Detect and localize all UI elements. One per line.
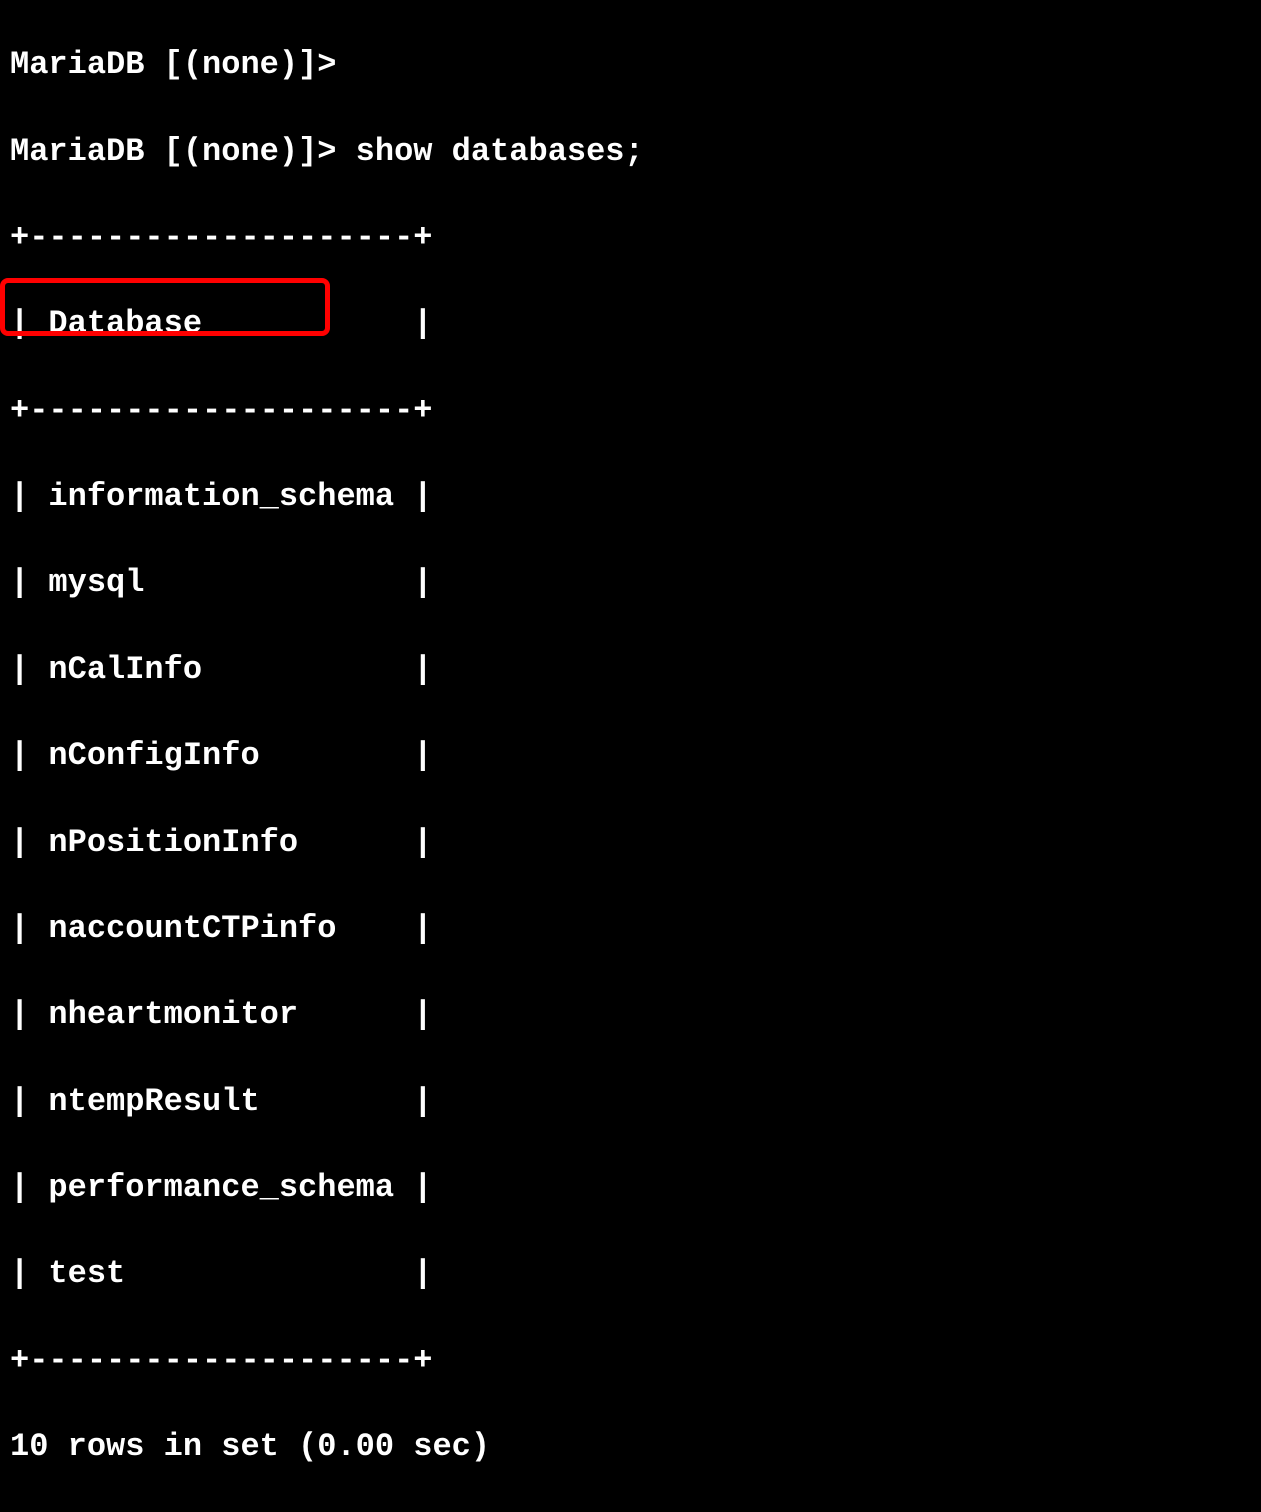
table-row: | naccountCTPinfo | xyxy=(10,907,1251,950)
prompt-line: MariaDB [(none)]> xyxy=(10,43,1251,86)
table-row: | performance_schema | xyxy=(10,1166,1251,1209)
result-summary: 10 rows in set (0.00 sec) xyxy=(10,1425,1251,1468)
table-row: | test | xyxy=(10,1252,1251,1295)
table-row: | nCalInfo | xyxy=(10,648,1251,691)
terminal-output[interactable]: MariaDB [(none)]> MariaDB [(none)]> show… xyxy=(10,0,1251,1512)
table-row: | nConfigInfo | xyxy=(10,734,1251,777)
table-row: | nheartmonitor | xyxy=(10,993,1251,1036)
table-border-mid: +--------------------+ xyxy=(10,389,1251,432)
prompt-command-line: MariaDB [(none)]> show databases; xyxy=(10,130,1251,173)
table-row: | ntempResult | xyxy=(10,1080,1251,1123)
table-row: | mysql | xyxy=(10,561,1251,604)
table-row: | nPositionInfo | xyxy=(10,821,1251,864)
table-row: | information_schema | xyxy=(10,475,1251,518)
table-header: | Database | xyxy=(10,302,1251,345)
table-border-bottom: +--------------------+ xyxy=(10,1339,1251,1382)
table-border-top: +--------------------+ xyxy=(10,216,1251,259)
